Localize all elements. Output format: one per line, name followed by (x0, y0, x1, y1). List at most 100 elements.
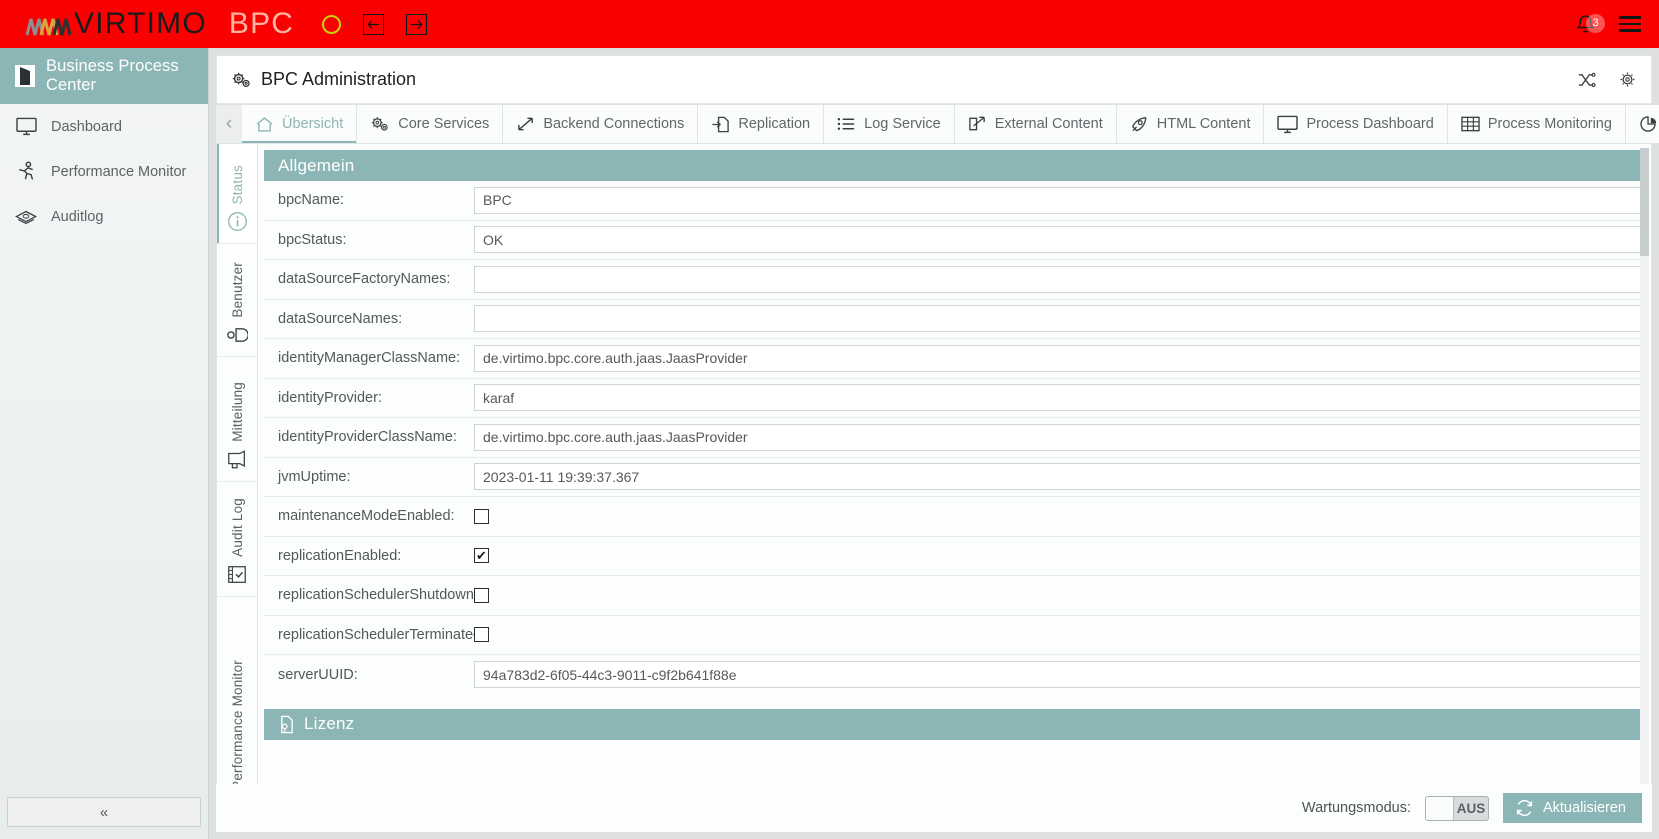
hamburger-menu-icon[interactable] (1619, 16, 1641, 31)
book-check-icon (226, 564, 248, 585)
sidebar-header: Business Process Center (0, 48, 208, 104)
field-row-datasourcefactorynames: dataSourceFactoryNames: (264, 260, 1645, 300)
section-header-allgemein: Allgemein (264, 150, 1645, 181)
field-label: identityManagerClassName: (278, 350, 474, 366)
tab-log-service[interactable]: Log Service (824, 105, 955, 143)
field-label: replicationSchedulerTerminated: (278, 627, 474, 643)
sidebar-item-label: Auditlog (51, 209, 103, 225)
pen-nib-icon (1130, 115, 1149, 133)
field-label: dataSourceNames: (278, 311, 474, 327)
tab-label: Replication (738, 116, 810, 132)
scrollbar-thumb[interactable] (1640, 148, 1649, 256)
toggle-state-label: AUS (1454, 801, 1488, 816)
panel-expand-right-icon[interactable] (406, 14, 427, 35)
monitor-icon (14, 116, 38, 138)
vtab-label: Audit Log (230, 498, 245, 557)
virtimo-logo-icon (14, 64, 36, 88)
notification-bell-button[interactable]: 3 (1574, 13, 1597, 36)
refresh-button[interactable]: Aktualisieren (1503, 793, 1642, 823)
maintenance-mode-toggle[interactable]: AUS (1425, 796, 1489, 821)
tab-label: External Content (995, 116, 1103, 132)
serveruuid-input[interactable]: 94a783d2-6f05-44c3-9011-c9f2b641f88e (474, 661, 1643, 688)
vtab-benutzer[interactable]: Benutzer (217, 244, 257, 357)
sidebar-item-performance-monitor[interactable]: Performance Monitor (0, 149, 208, 194)
vtab-label: Performance Monitor (230, 660, 245, 790)
field-label: identityProviderClassName: (278, 429, 474, 445)
vtab-label: Status (230, 165, 245, 204)
file-import-icon (711, 115, 730, 134)
refresh-icon (1515, 799, 1534, 817)
content-shell: Status Benutzer Mittei (216, 143, 1652, 832)
gears-icon (231, 70, 252, 90)
sidebar-item-auditlog[interactable]: Auditlog (0, 194, 208, 239)
tab-uebersicht[interactable]: Übersicht (242, 105, 357, 143)
vtab-status[interactable]: Status (217, 144, 257, 244)
replicationschedulerterminated-checkbox[interactable] (474, 627, 489, 642)
tab-core-services[interactable]: Core Services (357, 105, 503, 143)
brand-group: VIRTIMO BPC (0, 9, 427, 39)
virtimo-logo-icon (26, 11, 72, 37)
vtab-mitteilung[interactable]: Mitteilung (217, 357, 257, 482)
field-label: bpcStatus: (278, 232, 474, 248)
maintenance-mode-label: Wartungsmodus: (1302, 800, 1411, 816)
datasourcefactorynames-input[interactable] (474, 266, 1643, 293)
vertical-tab-bar: Status Benutzer Mittei (217, 144, 258, 831)
notification-badge: 3 (1586, 14, 1605, 33)
sidebar-item-label: Dashboard (51, 119, 122, 135)
tab-replication[interactable]: Replication (698, 105, 824, 143)
main-area: BPC Administration ‹ (209, 48, 1659, 839)
tab-process-dashboard[interactable]: Process Dashboard (1264, 105, 1447, 143)
field-row-replicationenabled: replicationEnabled: ✔ (264, 537, 1645, 577)
tab-backend-connections[interactable]: Backend Connections (503, 105, 698, 143)
field-row-identitymanagerclassname: identityManagerClassName: de.virtimo.bpc… (264, 339, 1645, 379)
vertical-scrollbar[interactable] (1640, 148, 1649, 829)
jvmuptime-input[interactable]: 2023-01-11 19:39:37.367 (474, 463, 1643, 490)
bpcstatus-input[interactable]: OK (474, 226, 1643, 253)
gears-icon (370, 115, 390, 133)
maintenancemodeenabled-checkbox[interactable] (474, 509, 489, 524)
field-row-identityprovider: identityProvider: karaf (264, 379, 1645, 419)
bpcname-input[interactable]: BPC (474, 187, 1643, 214)
shuffle-icon[interactable] (1577, 71, 1596, 89)
tab-process-monitoring[interactable]: Process Monitoring (1448, 105, 1626, 143)
field-row-bpcstatus: bpcStatus: OK (264, 221, 1645, 261)
field-label: replicationEnabled: (278, 548, 474, 564)
identityprovider-input[interactable]: karaf (474, 384, 1643, 411)
panel-collapse-left-icon[interactable] (363, 14, 384, 35)
identitymanagerclassname-input[interactable]: de.virtimo.bpc.core.auth.jaas.JaasProvid… (474, 345, 1643, 372)
identityproviderclassname-input[interactable]: de.virtimo.bpc.core.auth.jaas.JaasProvid… (474, 424, 1643, 451)
replicationschedulershutdown-checkbox[interactable] (474, 588, 489, 603)
tab-strip: ‹ Übersicht Core Services (216, 105, 1652, 143)
monitor-icon (1277, 115, 1298, 134)
field-label: serverUUID: (278, 667, 474, 683)
brand-product: BPC (229, 9, 294, 39)
external-link-icon (968, 115, 987, 133)
tab-label: Backend Connections (543, 116, 684, 132)
datasourcenames-input[interactable] (474, 305, 1643, 332)
field-label: maintenanceModeEnabled: (278, 508, 474, 524)
home-icon (255, 116, 274, 133)
field-label: jvmUptime: (278, 469, 474, 485)
vtab-label: Benutzer (230, 262, 245, 318)
topbar-actions: 3 (1574, 13, 1659, 36)
tab-label: Process Monitoring (1488, 116, 1612, 132)
tab-external-content[interactable]: External Content (955, 105, 1117, 143)
status-ring-icon (322, 15, 341, 34)
replicationenabled-checkbox[interactable]: ✔ (474, 548, 489, 563)
status-form-scroll-area[interactable]: Allgemein bpcName: BPC bpcStatus: OK dat… (258, 144, 1651, 831)
field-row-serveruuid: serverUUID: 94a783d2-6f05-44c3-9011-c9f2… (264, 655, 1645, 695)
brand-name: VIRTIMO (74, 9, 207, 39)
sidebar-collapse-button[interactable]: « (7, 797, 201, 827)
sidebar-item-label: Performance Monitor (51, 164, 186, 180)
field-row-replicationschedulerterminated: replicationSchedulerTerminated: (264, 616, 1645, 656)
vtab-audit-log[interactable]: Audit Log (217, 482, 257, 597)
gear-icon[interactable] (1618, 70, 1637, 89)
tab-scroll-prev-button[interactable]: ‹ (216, 105, 242, 143)
page-title: BPC Administration (261, 69, 416, 90)
field-label: bpcName: (278, 192, 474, 208)
sidebar-item-dashboard[interactable]: Dashboard (0, 104, 208, 149)
table-grid-icon (1461, 115, 1480, 133)
tab-html-content[interactable]: HTML Content (1117, 105, 1265, 143)
field-row-datasourcenames: dataSourceNames: (264, 300, 1645, 340)
tab-data-analytics[interactable]: Data Analy (1626, 105, 1659, 143)
